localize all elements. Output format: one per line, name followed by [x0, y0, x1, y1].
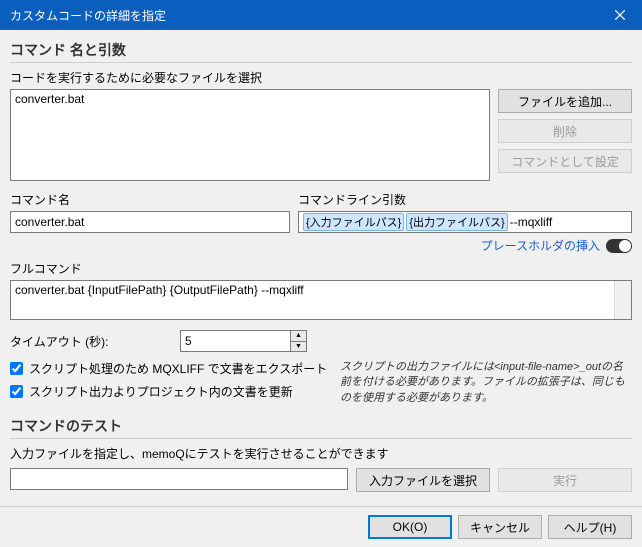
- test-desc: 入力ファイルを指定し、memoQにテストを実行させることができます: [10, 445, 632, 462]
- spinner-down-icon[interactable]: ▼: [291, 342, 306, 352]
- filelist-label: コードを実行するために必要なファイルを選択: [10, 69, 632, 86]
- command-args-input[interactable]: {入力ファイルパス} {出力ファイルパス} --mqxliff: [298, 211, 632, 233]
- section-command-heading: コマンド 名と引数: [10, 40, 632, 60]
- timeout-label: タイムアウト (秒):: [10, 333, 170, 350]
- timeout-spinner[interactable]: ▲ ▼: [180, 330, 307, 352]
- divider: [10, 62, 632, 63]
- close-button[interactable]: [597, 0, 642, 30]
- titlebar: カスタムコードの詳細を指定: [0, 0, 642, 30]
- section-test-heading: コマンドのテスト: [10, 416, 632, 436]
- divider: [10, 438, 632, 439]
- help-button[interactable]: ヘルプ(H): [548, 515, 632, 539]
- placeholder-output-path: {出力ファイルパス}: [406, 213, 507, 231]
- checkbox-input[interactable]: [10, 385, 23, 398]
- select-input-file-button[interactable]: 入力ファイルを選択: [356, 468, 490, 492]
- scrollbar[interactable]: [614, 281, 631, 319]
- file-list[interactable]: converter.bat: [10, 89, 490, 181]
- command-name-label: コマンド名: [10, 191, 290, 208]
- fullcommand-label: フルコマンド: [10, 260, 632, 277]
- placeholder-input-path: {入力ファイルパス}: [303, 213, 404, 231]
- checkbox-label: スクリプト出力よりプロジェクト内の文書を更新: [29, 383, 293, 400]
- placeholder-toggle[interactable]: [606, 239, 632, 253]
- args-text: --mqxliff: [510, 215, 552, 229]
- script-note: スクリプトの出力ファイルには<input-file-name>_outの名前を付…: [340, 360, 632, 406]
- dialog-footer: OK(O) キャンセル ヘルプ(H): [0, 506, 642, 547]
- fullcommand-display: converter.bat {InputFilePath} {OutputFil…: [10, 280, 632, 320]
- command-name-input[interactable]: [10, 211, 290, 233]
- checkbox-export-mqxliff[interactable]: スクリプト処理のため MQXLIFF で文書をエクスポート: [10, 360, 330, 377]
- set-command-button: コマンドとして設定: [498, 149, 632, 173]
- file-list-item[interactable]: converter.bat: [15, 92, 485, 106]
- run-button: 実行: [498, 468, 632, 492]
- window-title: カスタムコードの詳細を指定: [10, 7, 166, 24]
- cancel-button[interactable]: キャンセル: [458, 515, 542, 539]
- checkbox-label: スクリプト処理のため MQXLIFF で文書をエクスポート: [29, 360, 327, 377]
- delete-button: 削除: [498, 119, 632, 143]
- test-input-file[interactable]: [10, 468, 348, 490]
- insert-placeholder-link[interactable]: プレースホルダの挿入: [481, 237, 600, 254]
- ok-button[interactable]: OK(O): [368, 515, 452, 539]
- add-file-button[interactable]: ファイルを追加...: [498, 89, 632, 113]
- fullcommand-text: converter.bat {InputFilePath} {OutputFil…: [15, 283, 304, 297]
- close-icon: [615, 10, 625, 20]
- spinner-up-icon[interactable]: ▲: [291, 331, 306, 342]
- checkbox-update-docs[interactable]: スクリプト出力よりプロジェクト内の文書を更新: [10, 383, 330, 400]
- command-args-label: コマンドライン引数: [298, 191, 632, 208]
- checkbox-input[interactable]: [10, 362, 23, 375]
- timeout-input[interactable]: [180, 330, 290, 352]
